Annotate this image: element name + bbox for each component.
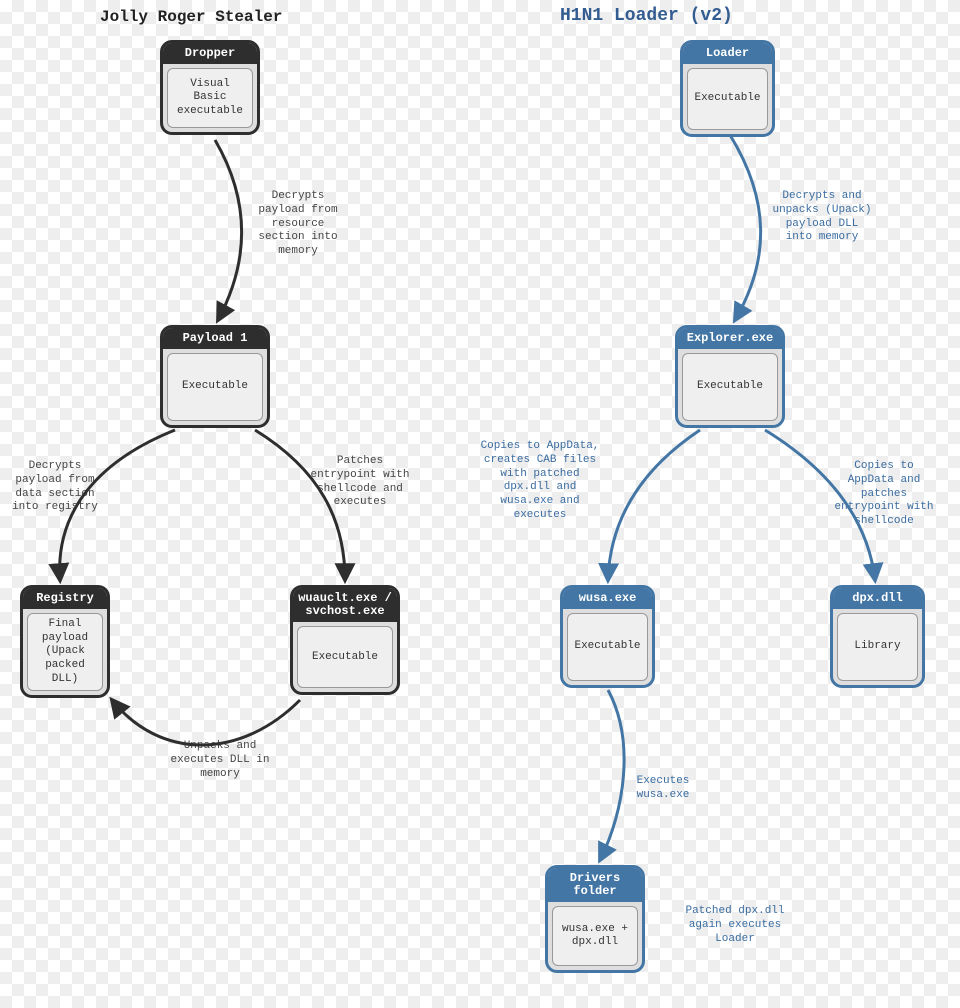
diagram-title-right: H1N1 Loader (v2) — [560, 6, 733, 26]
node-body: Library — [837, 613, 918, 681]
node-wusa: wusa.exe Executable — [560, 585, 655, 688]
edge-label: Copies to AppData and patches entrypoint… — [828, 460, 940, 529]
node-body: Executable — [167, 353, 263, 421]
edge-label: Unpacks and executes DLL in memory — [160, 740, 280, 781]
edge-label: Decrypts payload from resource section i… — [248, 190, 348, 259]
diagram-title-left: Jolly Roger Stealer — [100, 8, 282, 26]
node-wuauclt: wuauclt.exe / svchost.exe Executable — [290, 585, 400, 695]
node-body: wusa.exe + dpx.dll — [552, 906, 638, 966]
node-body: Executable — [687, 68, 768, 130]
node-header: Payload 1 — [163, 328, 267, 349]
node-header: dpx.dll — [833, 588, 922, 609]
node-header: Registry — [23, 588, 107, 609]
node-header: Dropper — [163, 43, 257, 64]
edge-label: Patched dpx.dll again executes Loader — [680, 905, 790, 946]
node-loader: Loader Executable — [680, 40, 775, 137]
node-header: Explorer.exe — [678, 328, 782, 349]
node-header: Drivers folder — [548, 868, 642, 902]
node-registry: Registry Final payload (Upack packed DLL… — [20, 585, 110, 698]
node-body: Visual Basic executable — [167, 68, 253, 128]
node-body: Executable — [567, 613, 648, 681]
node-header: Loader — [683, 43, 772, 64]
node-drivers: Drivers folder wusa.exe + dpx.dll — [545, 865, 645, 973]
node-header: wuauclt.exe / svchost.exe — [293, 588, 397, 622]
edge-label: Executes wusa.exe — [623, 775, 703, 803]
node-header: wusa.exe — [563, 588, 652, 609]
node-body: Executable — [297, 626, 393, 688]
node-explorer: Explorer.exe Executable — [675, 325, 785, 428]
node-dropper: Dropper Visual Basic executable — [160, 40, 260, 135]
node-body: Final payload (Upack packed DLL) — [27, 613, 103, 691]
node-payload1: Payload 1 Executable — [160, 325, 270, 428]
node-dpx: dpx.dll Library — [830, 585, 925, 688]
edge-label: Decrypts payload from data section into … — [5, 460, 105, 515]
edge-label: Patches entrypoint with shellcode and ex… — [310, 455, 410, 510]
node-body: Executable — [682, 353, 778, 421]
edge-label: Decrypts and unpacks (Upack) payload DLL… — [772, 190, 872, 245]
edge-label: Copies to AppData, creates CAB files wit… — [480, 440, 600, 523]
